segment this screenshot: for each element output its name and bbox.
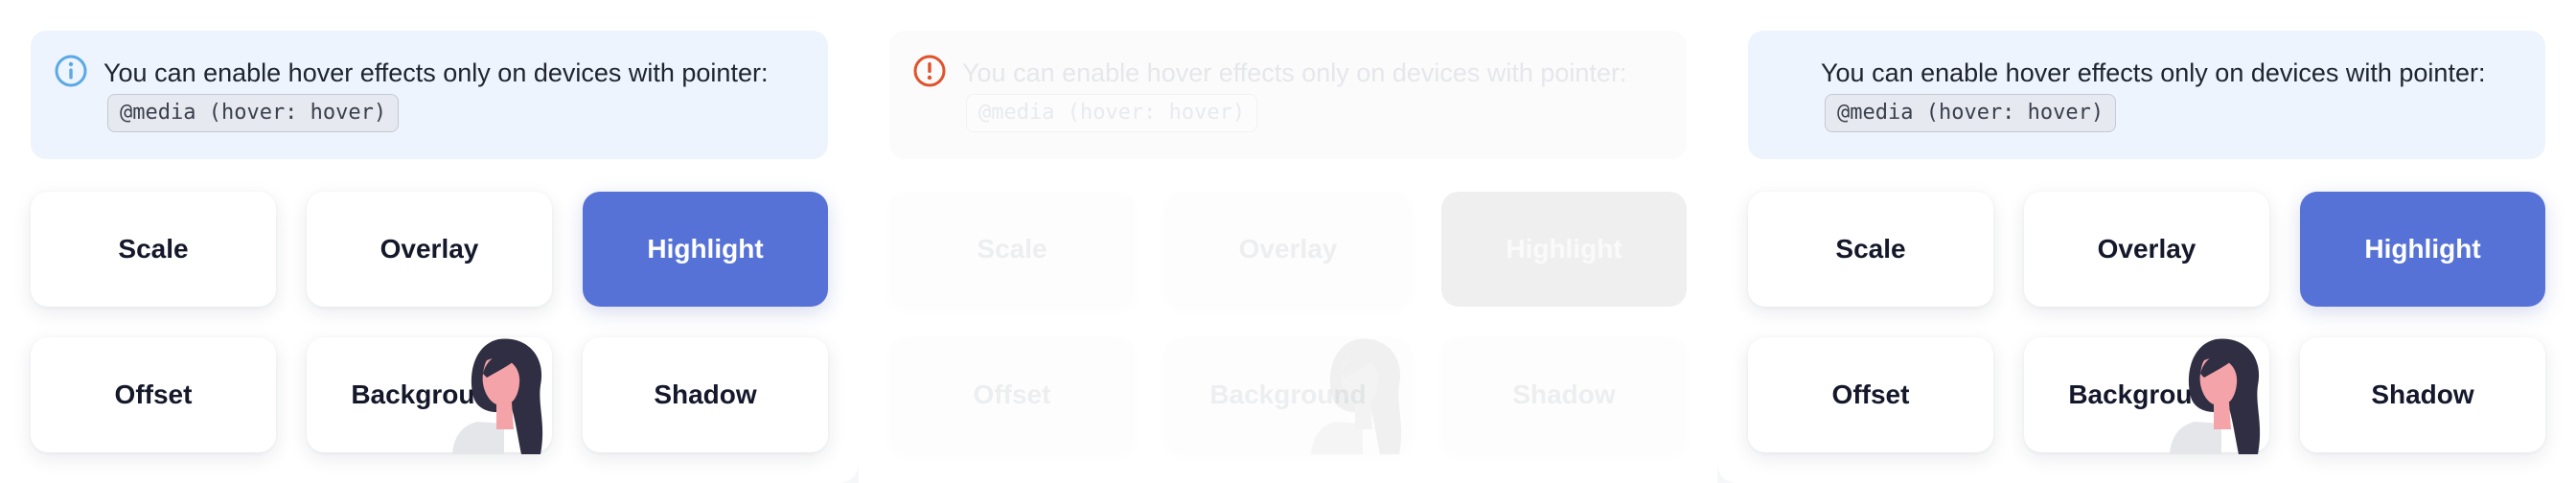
shadow-button[interactable]: Shadow — [2300, 337, 2545, 452]
canvas: You can enable hover effects only on dev… — [0, 0, 2576, 483]
alert-message: You can enable hover effects only on dev… — [962, 58, 1627, 87]
hover-demo-panel-no-icon: You can enable hover effects only on dev… — [1717, 0, 2576, 483]
background-button: Background — [1165, 337, 1411, 452]
warning-alert: You can enable hover effects only on dev… — [889, 31, 1687, 159]
overlay-button: Overlay — [1165, 192, 1411, 307]
offset-button[interactable]: Offset — [1748, 337, 1993, 452]
shadow-button: Shadow — [1441, 337, 1687, 452]
highlight-button: Highlight — [1441, 192, 1687, 307]
scale-button: Scale — [889, 192, 1135, 307]
info-alert: You can enable hover effects only on dev… — [1748, 31, 2545, 159]
info-icon — [55, 55, 87, 87]
code-snippet: @media (hover: hover) — [107, 94, 400, 132]
background-button[interactable]: Background — [2024, 337, 2269, 452]
highlight-button[interactable]: Highlight — [2300, 192, 2545, 307]
offset-button: Offset — [889, 337, 1135, 452]
overlay-button[interactable]: Overlay — [307, 192, 552, 307]
hover-demo-panel-disabled: You can enable hover effects only on dev… — [859, 0, 1717, 483]
code-snippet: @media (hover: hover) — [1825, 94, 2117, 132]
overlay-button[interactable]: Overlay — [2024, 192, 2269, 307]
scale-button[interactable]: Scale — [1748, 192, 1993, 307]
hover-demo-panel-default: You can enable hover effects only on dev… — [0, 0, 859, 483]
background-button[interactable]: Background — [307, 337, 552, 452]
scale-button[interactable]: Scale — [31, 192, 276, 307]
offset-button[interactable]: Offset — [31, 337, 276, 452]
info-alert: You can enable hover effects only on dev… — [31, 31, 828, 159]
highlight-button[interactable]: Highlight — [583, 192, 828, 307]
alert-message: You can enable hover effects only on dev… — [104, 58, 769, 87]
code-snippet: @media (hover: hover) — [966, 94, 1258, 132]
shadow-button[interactable]: Shadow — [583, 337, 828, 452]
warning-icon — [913, 55, 946, 87]
alert-message: You can enable hover effects only on dev… — [1821, 58, 2486, 87]
